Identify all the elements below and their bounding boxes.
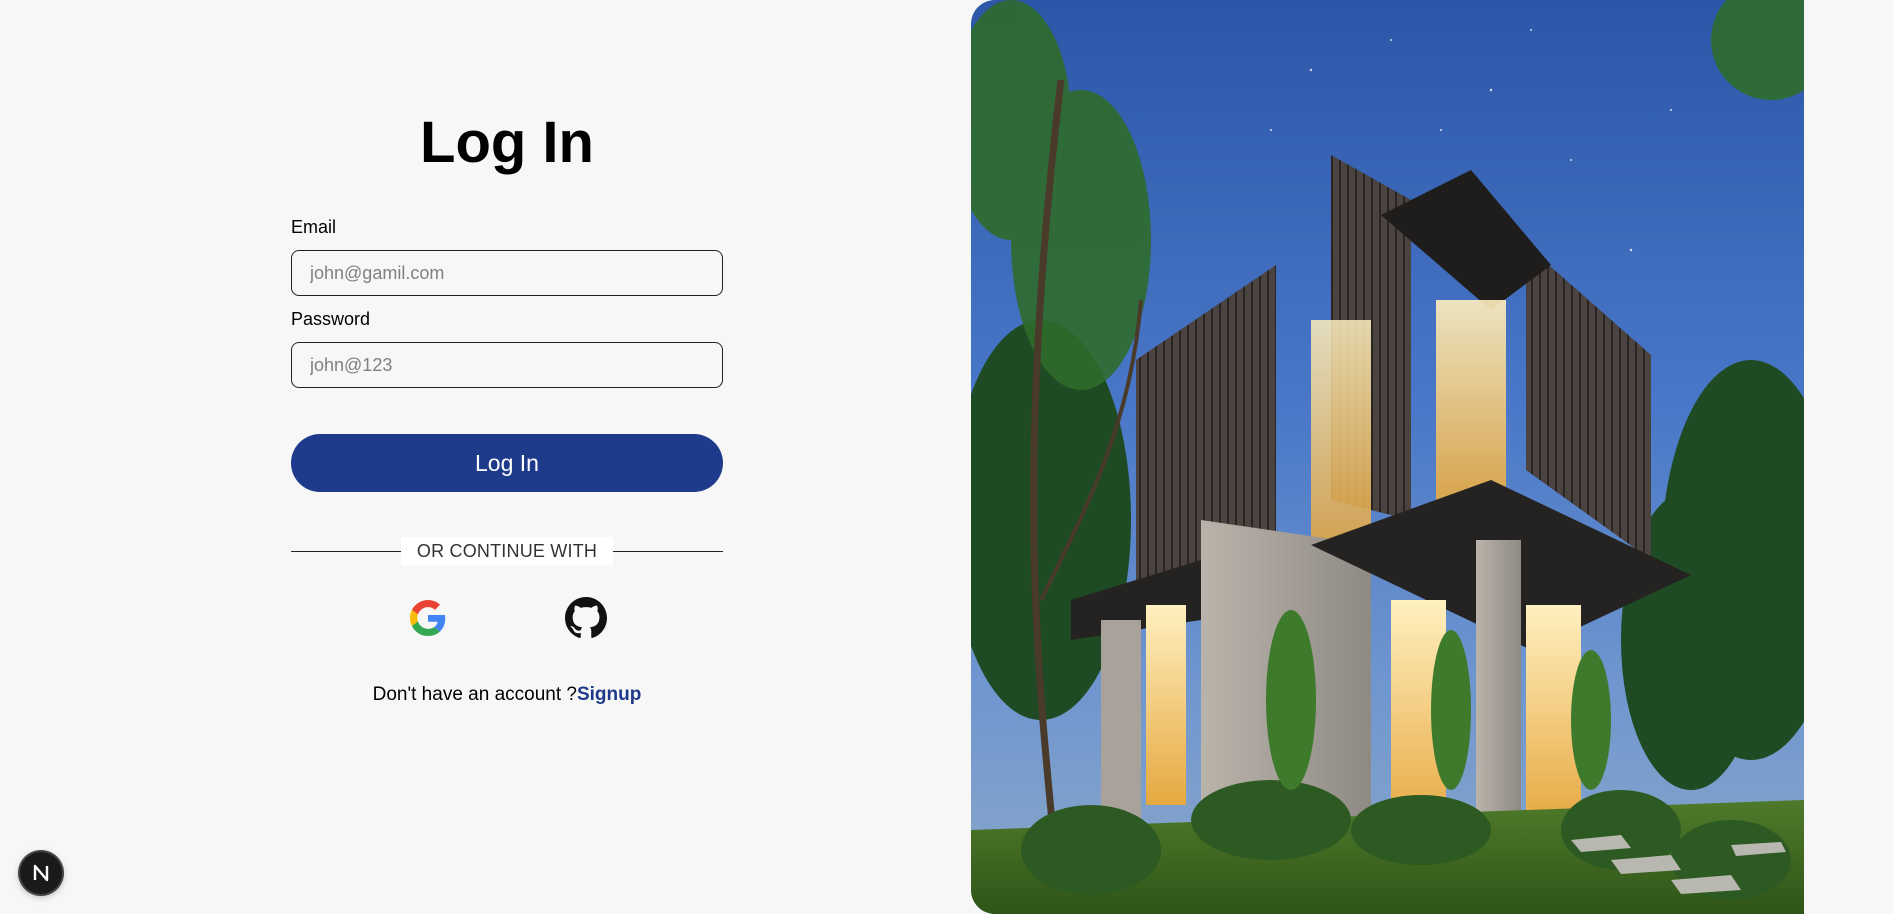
signup-prompt: Don't have an account ? [372,684,577,705]
modern-house-photo [971,0,1804,914]
google-login-button[interactable] [405,595,451,641]
password-field[interactable] [291,342,723,388]
email-label: Email [291,217,337,237]
nextjs-dev-badge[interactable] [20,852,62,894]
google-icon [410,600,446,636]
hero-house-image [971,0,1804,914]
nextjs-icon [33,864,49,882]
divider-line-left [291,551,401,552]
password-label: Password [291,309,371,329]
or-divider: OR CONTINUE WITH [291,537,723,565]
page-title: Log In [420,110,594,175]
github-login-button[interactable] [563,595,609,641]
login-button[interactable]: Log In [291,434,723,492]
github-icon [565,597,607,638]
signup-link[interactable]: Signup [577,684,641,705]
email-field[interactable] [291,250,723,296]
divider-line-right [613,551,723,552]
divider-text: OR CONTINUE WITH [401,537,613,565]
signup-row: Don't have an account ?Signup [291,683,723,707]
